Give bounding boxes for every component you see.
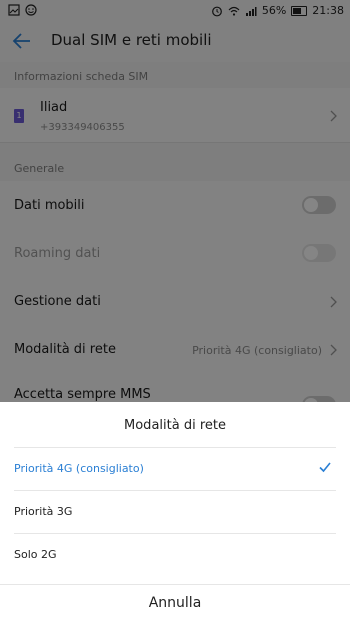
network-mode-sheet: Modalità di rete Priorità 4G (consigliat…	[0, 402, 350, 622]
check-icon	[319, 462, 331, 473]
option-2g-only[interactable]: Solo 2G	[14, 533, 336, 577]
option-label: Solo 2G	[14, 548, 57, 561]
sheet-title: Modalità di rete	[124, 418, 226, 433]
cancel-button[interactable]: Annulla	[0, 584, 350, 621]
option-4g-priority[interactable]: Priorità 4G (consigliato)	[14, 447, 336, 491]
option-3g-priority[interactable]: Priorità 3G	[14, 490, 336, 534]
option-label: Priorità 4G (consigliato)	[14, 462, 144, 475]
option-label: Priorità 3G	[14, 505, 73, 518]
cancel-label: Annulla	[148, 595, 202, 611]
